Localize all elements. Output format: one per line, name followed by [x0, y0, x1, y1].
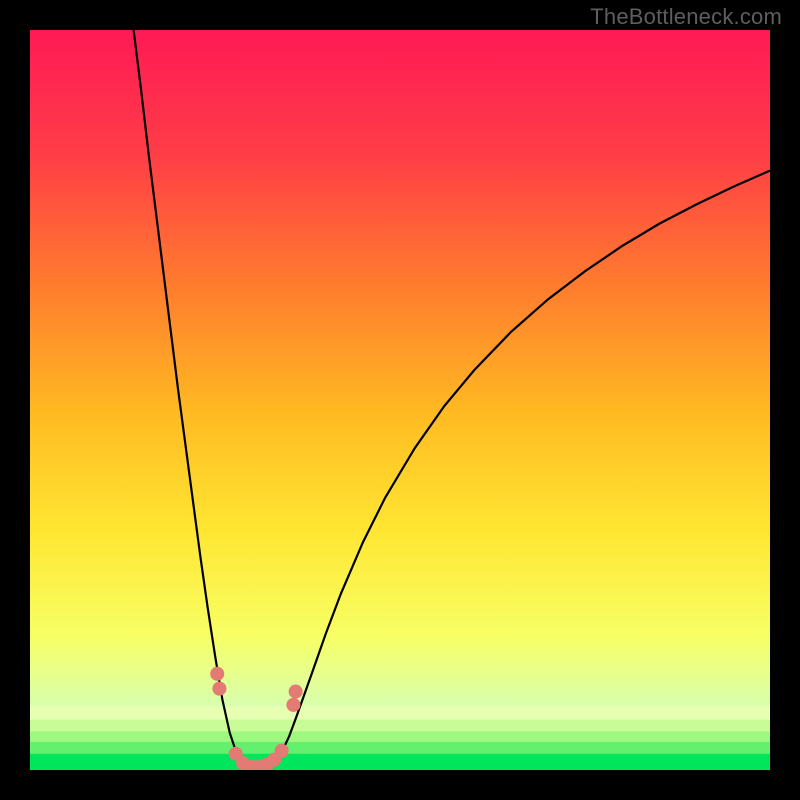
- plot-area: [30, 30, 770, 770]
- data-marker: [275, 744, 289, 758]
- watermark-label: TheBottleneck.com: [590, 4, 782, 30]
- data-marker: [289, 685, 303, 699]
- gradient-background: [30, 30, 770, 770]
- bottleneck-curve-plot: [30, 30, 770, 770]
- chart-container: TheBottleneck.com: [0, 0, 800, 800]
- data-marker: [286, 698, 300, 712]
- data-marker: [212, 682, 226, 696]
- bottom-color-bands: [30, 706, 770, 770]
- data-marker: [210, 667, 224, 681]
